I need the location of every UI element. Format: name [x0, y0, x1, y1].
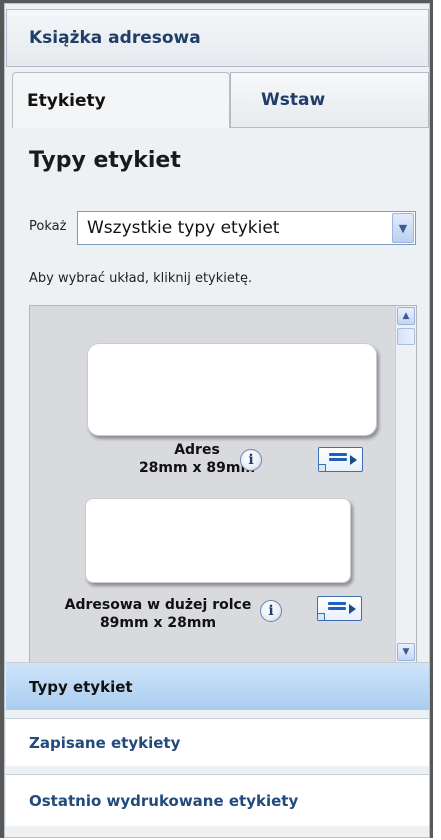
instruction-text: Aby wybrać układ, kliknij etykietę. [29, 271, 253, 286]
tab-labels-text: Etykiety [27, 90, 106, 111]
label-gallery[interactable]: Adres 28mm x 89mm i Adresowa w dużej rol… [29, 305, 417, 663]
nav-item-label-types[interactable]: Typy etykiet [6, 662, 429, 710]
address-book-label: Książka adresowa [29, 28, 201, 48]
nav-item-label: Zapisane etykiety [29, 733, 181, 752]
label-preview-address[interactable] [87, 343, 377, 436]
chevron-down-icon[interactable]: ▼ [392, 213, 414, 243]
info-icon[interactable]: i [260, 600, 282, 622]
label-caption-large-roll: Adresowa w dużej rolce 89mm x 28mm [58, 596, 258, 632]
label-name: Adresowa w dużej rolce [64, 597, 252, 613]
label-type-select-value: Wszystkie typy etykiet [87, 218, 280, 238]
label-preview-large-roll[interactable] [85, 498, 351, 583]
info-icon[interactable]: i [240, 449, 262, 471]
label-size: 89mm x 28mm [99, 615, 217, 631]
nav-item-saved-labels[interactable]: Zapisane etykiety [6, 718, 429, 766]
filter-label: Pokaż [29, 219, 67, 234]
address-book-header[interactable]: Książka adresowa [6, 9, 429, 67]
scrollbar-thumb[interactable] [397, 328, 415, 345]
nav-item-label: Typy etykiet [29, 677, 133, 696]
scroll-up-icon[interactable]: ▲ [397, 307, 415, 325]
scroll-down-icon[interactable]: ▼ [397, 643, 415, 661]
tab-strip: Etykiety Wstaw [12, 72, 429, 128]
label-layout-icon[interactable] [317, 596, 362, 621]
tab-insert[interactable]: Wstaw [230, 72, 429, 128]
label-layout-icon[interactable] [318, 447, 363, 472]
label-type-select[interactable]: Wszystkie typy etykiet ▼ [77, 211, 416, 245]
page-title: Typy etykiet [29, 148, 181, 173]
gallery-scrollbar[interactable]: ▲ ▼ [395, 306, 416, 662]
tab-labels[interactable]: Etykiety [12, 72, 230, 128]
tab-insert-text: Wstaw [261, 90, 326, 110]
nav-item-recent-labels[interactable]: Ostatnio wydrukowane etykiety [6, 774, 429, 826]
nav-item-label: Ostatnio wydrukowane etykiety [29, 791, 299, 810]
